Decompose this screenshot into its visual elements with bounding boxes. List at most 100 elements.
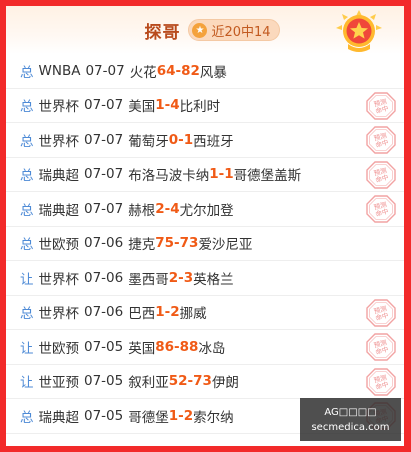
- match-date: 07-05: [84, 407, 124, 424]
- list-item[interactable]: 总世欧预 07-06 捷克 75 - 73 爱沙尼亚: [6, 227, 404, 261]
- home-team: 墨西哥: [128, 271, 169, 288]
- match-date: 07-06: [84, 235, 124, 252]
- home-team: 赫根: [128, 202, 156, 219]
- match-date: 07-07: [84, 166, 124, 183]
- bet-type-label: 总: [20, 409, 34, 426]
- home-score: 2: [168, 269, 179, 286]
- away-score: 4: [170, 97, 180, 114]
- league-name: 世界杯: [38, 271, 80, 288]
- away-team: 伊朗: [211, 375, 239, 392]
- away-team: 索尔纳: [193, 409, 234, 426]
- list-item[interactable]: 总瑞典超 07-07 布洛马波卡纳 1 - 1 哥德堡盖斯 预测 命中: [6, 158, 404, 192]
- away-team: 挪威: [179, 306, 207, 323]
- star-icon: ★: [192, 22, 208, 38]
- match-date: 07-05: [84, 338, 124, 355]
- prediction-hit-stamp-icon: 预测命中: [366, 195, 396, 223]
- league-name: 世欧预: [38, 237, 80, 254]
- away-team: 爱沙尼亚: [198, 237, 253, 254]
- league-name: 世欧预: [38, 340, 80, 357]
- list-item[interactable]: 让世亚预 07-05 叙利亚 52 - 73 伊朗 预测 命中: [6, 365, 404, 399]
- league-name: WNBA: [38, 62, 81, 79]
- match-date: 07-07: [84, 131, 124, 148]
- home-team: 叙利亚: [128, 375, 169, 392]
- match-date: 07-07: [84, 200, 124, 217]
- list-item[interactable]: 总世界杯 07-07 葡萄牙 0 - 1 西班牙 预测 命中: [6, 123, 404, 158]
- match-date: 07-07: [84, 97, 124, 114]
- watermark-line-1: AG□□□□: [324, 407, 377, 418]
- away-score: 73: [179, 235, 199, 252]
- prediction-hit-stamp-icon: 预测命中: [366, 91, 396, 120]
- prediction-hit-stamp-icon: 预测命中: [366, 333, 396, 361]
- away-score: 88: [179, 338, 199, 355]
- prediction-hit-stamp-icon: 预测命中: [366, 160, 396, 189]
- league-name: 世界杯: [38, 306, 80, 323]
- prediction-hit-stamp-icon: 预测命中: [366, 367, 396, 396]
- list-item[interactable]: 总 WNBA 07-07 火花 64 - 82 风暴: [6, 54, 404, 89]
- medal-star-icon: [336, 10, 382, 52]
- league-name: 世界杯: [38, 99, 80, 116]
- record-text: 近20中14: [211, 24, 271, 40]
- home-score: 1: [168, 407, 179, 424]
- away-team: 比利时: [179, 99, 221, 116]
- prediction-hit-stamp-icon: 预测命中: [366, 298, 396, 327]
- bet-type-label: 总: [20, 133, 34, 150]
- home-score: 1: [155, 97, 165, 114]
- bet-type-label: 总: [20, 99, 34, 116]
- away-score: 82: [181, 62, 200, 79]
- home-score: 64: [156, 62, 176, 79]
- home-score: 0: [168, 131, 179, 148]
- away-score: 1: [183, 131, 194, 148]
- league-name: 世亚预: [38, 375, 80, 392]
- bet-type-label: 总: [20, 306, 34, 323]
- home-score: 86: [155, 338, 175, 355]
- watermark-overlay: AG□□□□ secmedica.com: [300, 398, 401, 441]
- home-score: 1: [155, 304, 165, 321]
- bet-type-label: 总: [20, 168, 34, 185]
- prediction-list: 总 WNBA 07-07 火花 64 - 82 风暴总世界杯 07-07 美国 1 - 4 比利时…: [6, 54, 404, 434]
- away-score: 2: [170, 304, 180, 321]
- home-team: 英国: [128, 340, 156, 357]
- list-item[interactable]: 总世界杯 07-06 巴西 1 - 2 挪威 预测 命中: [6, 296, 404, 330]
- bet-type-label: 让: [20, 375, 34, 392]
- list-item[interactable]: 让世欧预 07-05 英国 86 - 88 冰岛 预测 命中: [6, 330, 404, 365]
- card-header: 探哥 ★ 近20中14: [6, 6, 404, 54]
- match-date: 07-06: [84, 304, 124, 321]
- away-score: 4: [170, 200, 180, 217]
- home-team: 火花: [129, 64, 157, 81]
- league-name: 瑞典超: [38, 409, 80, 426]
- away-score: 1: [224, 166, 234, 183]
- home-team: 捷克: [128, 237, 156, 254]
- away-team: 西班牙: [193, 133, 234, 150]
- match-date: 07-07: [85, 62, 125, 79]
- bet-type-label: 让: [20, 271, 34, 288]
- bet-type-label: 总: [20, 237, 34, 254]
- league-name: 瑞典超: [38, 168, 80, 185]
- home-team: 美国: [128, 99, 156, 116]
- league-name: 瑞典超: [38, 202, 80, 219]
- home-team: 巴西: [128, 306, 156, 323]
- list-item[interactable]: 总世界杯 07-07 美国 1 - 4 比利时 预测 命中: [6, 89, 404, 123]
- home-team: 哥德堡: [128, 409, 169, 426]
- expert-name: 探哥: [144, 22, 181, 43]
- bet-type-label: 总: [20, 64, 34, 81]
- away-team: 英格兰: [193, 271, 234, 288]
- list-item[interactable]: 总瑞典超 07-07 赫根 2 - 4 尤尔加登 预测 命中: [6, 192, 404, 227]
- list-item[interactable]: 让世界杯 07-06 墨西哥 2 - 3 英格兰: [6, 261, 404, 296]
- away-score: 3: [183, 269, 194, 286]
- away-score: 2: [183, 407, 194, 424]
- home-score: 1: [209, 166, 219, 183]
- away-team: 冰岛: [198, 340, 226, 357]
- home-score: 52: [168, 373, 188, 390]
- away-team: 哥德堡盖斯: [233, 168, 302, 185]
- record-badge: ★ 近20中14: [188, 19, 280, 41]
- away-score: 73: [193, 373, 212, 390]
- match-date: 07-05: [84, 373, 124, 390]
- home-score: 75: [155, 235, 175, 252]
- away-team: 风暴: [199, 64, 227, 81]
- bet-type-label: 让: [20, 340, 34, 357]
- prediction-hit-stamp-icon: 预测命中: [366, 126, 396, 154]
- league-name: 世界杯: [38, 133, 80, 150]
- home-team: 葡萄牙: [128, 133, 169, 150]
- home-team: 布洛马波卡纳: [128, 168, 210, 185]
- bet-type-label: 总: [20, 202, 34, 219]
